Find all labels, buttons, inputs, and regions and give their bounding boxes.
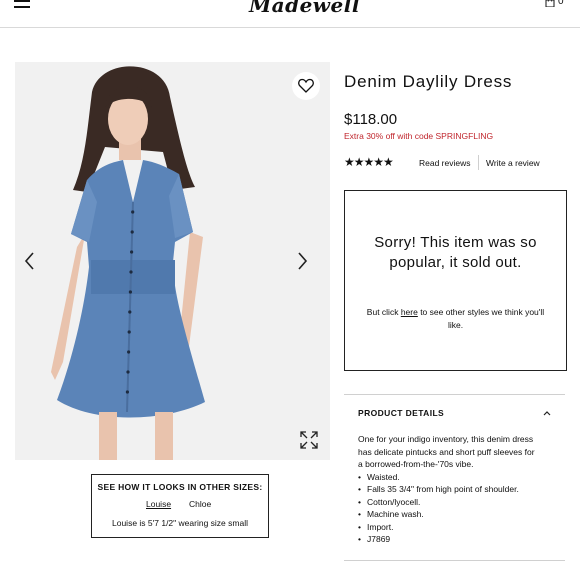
sold-out-suggestion: But click here to see other styles we th… bbox=[359, 306, 552, 332]
details-divider-bottom bbox=[344, 560, 565, 561]
other-styles-link[interactable]: here bbox=[401, 307, 418, 317]
reviews-divider bbox=[478, 155, 479, 170]
detail-bullet: J7869 bbox=[358, 533, 558, 546]
other-sizes-title: SEE HOW IT LOOKS IN OTHER SIZES: bbox=[97, 482, 263, 492]
read-reviews-link[interactable]: Read reviews bbox=[419, 158, 471, 168]
detail-bullet: Falls 35 3/4" from high point of shoulde… bbox=[358, 483, 558, 496]
size-option-chloe[interactable]: Chloe bbox=[189, 499, 211, 509]
heart-icon bbox=[298, 78, 314, 93]
product-details-heading[interactable]: PRODUCT DETAILS bbox=[358, 408, 444, 418]
details-divider-top bbox=[344, 394, 565, 395]
detail-bullet: Cotton/lyocell. bbox=[358, 496, 558, 509]
previous-image-arrow-icon[interactable] bbox=[23, 251, 37, 271]
suggestion-text-after: to see other styles we think you'll like… bbox=[417, 307, 545, 330]
hamburger-menu-icon[interactable] bbox=[14, 0, 30, 10]
suggestion-text-before: But click bbox=[366, 307, 401, 317]
model-photo bbox=[51, 66, 205, 460]
product-price: $118.00 bbox=[344, 111, 398, 128]
sold-out-message: Sorry! This item was so popular, it sold… bbox=[374, 234, 537, 271]
shopping-bag-icon[interactable] bbox=[545, 0, 555, 7]
size-option-louise[interactable]: Louise bbox=[146, 499, 171, 509]
sold-out-box: Sorry! This item was so popular, it sold… bbox=[344, 190, 567, 371]
expand-image-icon[interactable] bbox=[299, 430, 319, 450]
model-size-note: Louise is 5'7 1/2" wearing size small bbox=[112, 518, 248, 528]
detail-bullet: Import. bbox=[358, 521, 558, 534]
detail-bullet: Machine wash. bbox=[358, 508, 558, 521]
chevron-up-icon[interactable] bbox=[543, 410, 551, 416]
other-sizes-box: SEE HOW IT LOOKS IN OTHER SIZES: Louise … bbox=[91, 474, 269, 538]
product-description: One for your indigo inventory, this deni… bbox=[358, 434, 535, 470]
rating-stars[interactable]: ★★★★★ bbox=[344, 155, 394, 169]
favorite-button[interactable] bbox=[292, 72, 320, 100]
next-image-arrow-icon[interactable] bbox=[295, 251, 309, 271]
product-image bbox=[15, 62, 330, 460]
rating-stars-glyphs: ★★★★★ bbox=[344, 155, 394, 169]
brand-logo[interactable]: Madewell bbox=[249, 0, 360, 17]
promo-text: Extra 30% off with code SPRINGFLING bbox=[344, 131, 494, 141]
product-details-list: Waisted. Falls 35 3/4" from high point o… bbox=[358, 471, 558, 546]
bag-count[interactable]: 0 bbox=[558, 0, 564, 7]
write-review-link[interactable]: Write a review bbox=[486, 158, 540, 168]
detail-bullet: Waisted. bbox=[358, 471, 558, 484]
product-title: Denim Daylily Dress bbox=[344, 72, 513, 91]
